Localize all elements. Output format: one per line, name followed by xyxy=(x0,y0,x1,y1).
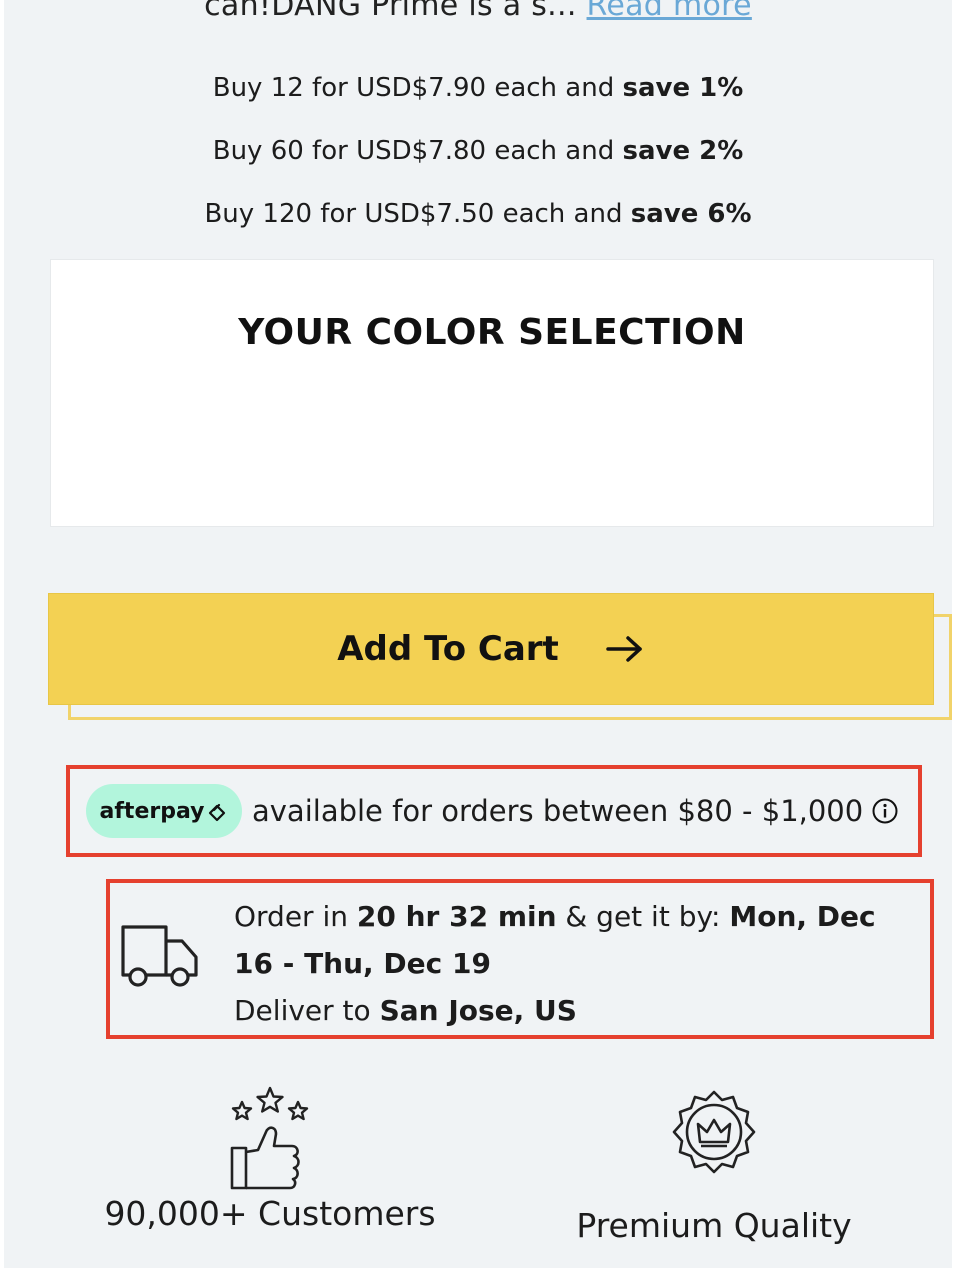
delivery-location[interactable]: San Jose, US xyxy=(380,994,577,1027)
afterpay-text: available for orders between $80 - $1,00… xyxy=(252,794,864,828)
tier-text: Buy 60 for USD$7.80 each and xyxy=(212,136,623,166)
tier-text: Buy 12 for USD$7.90 each and xyxy=(212,73,623,103)
add-to-cart-button[interactable]: Add To Cart xyxy=(48,593,934,705)
deliver-to-label: Deliver to xyxy=(234,994,380,1027)
tier-save: save 2% xyxy=(622,136,744,166)
product-details-panel: can!DANG Prime is a s... Read more Buy 1… xyxy=(4,0,952,1268)
feature-quality: Premium Quality xyxy=(544,1088,884,1245)
add-to-cart-label: Add To Cart xyxy=(337,629,559,669)
bulk-tier-60: Buy 60 for USD$7.80 each and save 2% xyxy=(4,136,952,166)
info-icon[interactable] xyxy=(871,797,899,825)
thumbs-up-stars-icon xyxy=(230,1086,309,1190)
bulk-tier-12: Buy 12 for USD$7.90 each and save 1% xyxy=(4,73,952,103)
feature-label-customers: 90,000+ Customers xyxy=(104,1194,436,1233)
afterpay-arrows-icon xyxy=(209,803,226,822)
color-selection-box: YOUR COLOR SELECTION xyxy=(50,259,934,527)
bulk-tier-120: Buy 120 for USD$7.50 each and save 6% xyxy=(4,199,952,229)
afterpay-badge: afterpay xyxy=(86,784,242,838)
color-selection-title: YOUR COLOR SELECTION xyxy=(238,312,746,353)
feature-customers: 90,000+ Customers xyxy=(100,1084,440,1233)
arrow-right-icon xyxy=(606,636,642,662)
countdown-timer: 20 hr 32 min xyxy=(356,900,557,933)
product-description: can!DANG Prime is a s... Read more xyxy=(4,0,952,23)
read-more-link[interactable]: Read more xyxy=(587,0,752,23)
feature-label-quality: Premium Quality xyxy=(576,1206,852,1245)
truck-icon xyxy=(121,925,198,987)
delivery-text: Order in 20 hr 32 min & get it by: Mon, … xyxy=(234,893,916,1034)
tier-save: save 1% xyxy=(622,73,744,103)
afterpay-logo-text: afterpay xyxy=(99,798,205,824)
description-text: can!DANG Prime is a s... xyxy=(204,0,577,23)
afterpay-banner: afterpay available for orders between $8… xyxy=(66,765,922,857)
order-in-label: Order in xyxy=(234,900,357,933)
tier-save: save 6% xyxy=(630,199,752,229)
get-it-by-label: & get it by: xyxy=(556,900,730,933)
delivery-estimate-box: Order in 20 hr 32 min & get it by: Mon, … xyxy=(106,879,934,1039)
tier-text: Buy 120 for USD$7.50 each and xyxy=(204,199,631,229)
crown-badge-icon xyxy=(672,1090,756,1174)
